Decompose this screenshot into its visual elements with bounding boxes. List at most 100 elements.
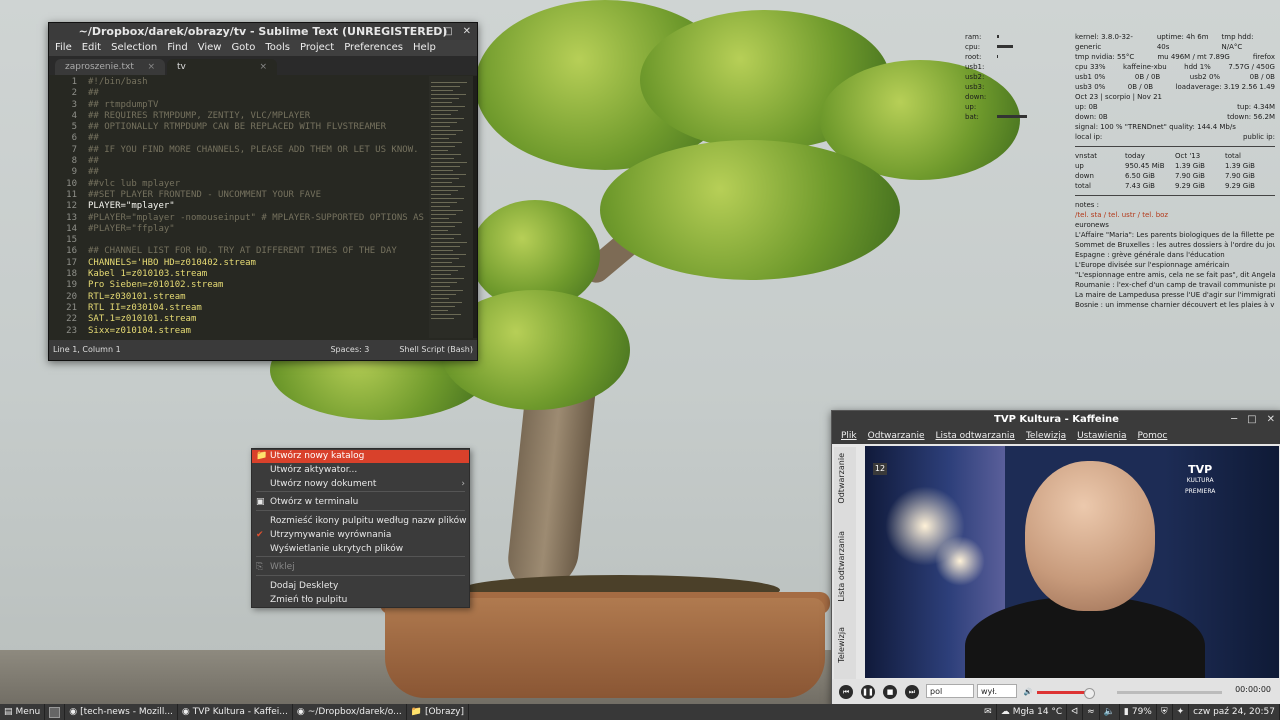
context-menu-item[interactable]: Rozmieść ikony pulpitu według nazw plikó…	[252, 515, 469, 528]
code-text[interactable]: #!/bin/bash ## ## rtmpdumpTV ## REQUIRES RT…	[83, 76, 429, 338]
code-line[interactable]: ## OPTIONALLY RTMPDUMP CAN BE REPLACED W…	[88, 122, 429, 133]
menu-pomoc[interactable]: Pomoc	[1138, 428, 1168, 444]
code-line[interactable]: #PLAYER="ffplay"	[88, 224, 429, 235]
code-line[interactable]: #PLAYER="mplayer -nomouseinput" # MPLAYE…	[88, 213, 429, 224]
editor-area[interactable]: 1 2 3 4 5 6 7 8 9 10 11 12 13 14 15 16 17 18 19 20 21 22 23 #!…	[49, 76, 477, 338]
volume-icon[interactable]: 🔈	[1100, 704, 1120, 720]
menu-file[interactable]: File	[55, 40, 72, 56]
close-icon[interactable]: ✕	[463, 23, 471, 40]
seek-slider[interactable]	[1117, 691, 1222, 694]
vertical-scrollbar[interactable]	[473, 76, 477, 338]
context-menu-item[interactable]: Wyświetlanie ukrytych plików	[252, 543, 469, 556]
conky-meter: down:	[965, 92, 1065, 102]
tab-tv[interactable]: tv ×	[167, 59, 277, 75]
tab-telewizja[interactable]: Telewizja	[837, 627, 846, 663]
menu-ustawienia[interactable]: Ustawienia	[1077, 428, 1126, 444]
menu-lista-odtwarzania[interactable]: Lista odtwarzania	[936, 428, 1015, 444]
code-line[interactable]: ## IF YOU FIND MORE CHANNELS, PLEASE ADD…	[88, 145, 429, 156]
menu-view[interactable]: View	[198, 40, 222, 56]
close-icon[interactable]: ✕	[1267, 411, 1275, 428]
taskbar-item-kaffeine[interactable]: ◉ TVP Kultura - Kaffei...	[178, 704, 293, 720]
audio-language-select[interactable]: pol	[926, 684, 974, 698]
code-line[interactable]: ## rtmpdumpTV	[88, 100, 429, 111]
volume-icon[interactable]: 🔊	[1021, 685, 1035, 699]
taskbar-item-sublime[interactable]: ◉ ~/Dropbox/darek/o...	[293, 704, 407, 720]
indentation-setting[interactable]: Spaces: 3	[330, 340, 369, 360]
taskbar-item-obrazy[interactable]: 📁 [Obrazy]	[407, 704, 470, 720]
code-line[interactable]: RTL=z030101.stream	[88, 292, 429, 303]
menu-telewizja[interactable]: Telewizja	[1026, 428, 1066, 444]
volume-slider[interactable]	[1037, 691, 1087, 694]
stop-icon[interactable]: ■	[883, 685, 897, 699]
notifications-icon[interactable]: ✉	[980, 704, 997, 720]
context-menu-item[interactable]: Utwórz nowy dokument ›	[252, 478, 469, 491]
maximize-icon[interactable]: □	[1247, 411, 1256, 428]
code-line[interactable]: ##vlc lub mplayer	[88, 179, 429, 190]
menu-tools[interactable]: Tools	[265, 40, 290, 56]
context-menu-item[interactable]: ▣ Otwórz w terminalu	[252, 496, 469, 509]
clock[interactable]: czw paź 24, 20:57	[1189, 704, 1280, 720]
minimize-icon[interactable]: ─	[427, 23, 433, 40]
context-menu-item[interactable]: ✔ Utrzymywanie wyrównania	[252, 529, 469, 542]
code-line[interactable]: ## CHANNEL LIST FOR HD. TRY AT DIFFERENT…	[88, 246, 429, 257]
kaffeine-window[interactable]: TVP Kultura - Kaffeine ─ □ ✕ Plik Odtwar…	[831, 410, 1280, 706]
menu-odtwarzanie[interactable]: Odtwarzanie	[868, 428, 925, 444]
weather-applet[interactable]: ☁ Mgła 14 °C	[997, 704, 1068, 720]
code-line[interactable]: CHANNELS='HBO HD=z010402.stream	[88, 258, 429, 269]
sublime-window[interactable]: ~/Dropbox/darek/obrazy/tv - Sublime Text…	[48, 22, 478, 361]
context-menu-item[interactable]: Utwórz aktywator...	[252, 464, 469, 477]
menu-plik[interactable]: Plik	[841, 428, 857, 444]
code-line[interactable]: ##	[88, 133, 429, 144]
context-menu-item[interactable]: Dodaj Desklety	[252, 580, 469, 593]
battery-applet[interactable]: ▮ 79%	[1120, 704, 1157, 720]
menu-find[interactable]: Find	[167, 40, 188, 56]
tray-app-icon[interactable]: ✦	[1173, 704, 1190, 720]
close-tab-icon[interactable]: ×	[259, 59, 267, 75]
code-line[interactable]: ## REQUIRES RTMPDUMP, ZENTIY, VLC/MPLAYE…	[88, 111, 429, 122]
code-line[interactable]: Kabel 1=z010103.stream	[88, 269, 429, 280]
window-titlebar[interactable]: TVP Kultura - Kaffeine ─ □ ✕	[832, 411, 1280, 428]
menu-help[interactable]: Help	[413, 40, 436, 56]
pause-icon[interactable]: ❚❚	[861, 685, 875, 699]
minimap-line	[431, 290, 463, 291]
code-line[interactable]: Sixx=z010104.stream	[88, 326, 429, 337]
code-line[interactable]: RTL II=z030104.stream	[88, 303, 429, 314]
maximize-icon[interactable]: □	[443, 23, 452, 40]
code-line[interactable]: #!/bin/bash	[88, 77, 429, 88]
close-tab-icon[interactable]: ×	[147, 59, 155, 75]
code-line[interactable]: SAT.1=z010101.stream	[88, 314, 429, 325]
volume-slider-handle[interactable]	[1084, 688, 1095, 699]
network-icon[interactable]: ≈	[1083, 704, 1100, 720]
taskbar-item-firefox[interactable]: ◉ [tech-news - Mozill...	[65, 704, 178, 720]
window-titlebar[interactable]: ~/Dropbox/darek/obrazy/tv - Sublime Text…	[49, 23, 477, 40]
code-line[interactable]: ##	[88, 156, 429, 167]
menu-goto[interactable]: Goto	[231, 40, 255, 56]
context-menu-item[interactable]: Zmień tło pulpitu	[252, 594, 469, 607]
tab-zaproszenie[interactable]: zaproszenie.txt ×	[55, 59, 165, 75]
tab-odtwarzanie[interactable]: Odtwarzanie	[837, 453, 846, 504]
menu-project[interactable]: Project	[300, 40, 334, 56]
code-line[interactable]: ##	[88, 88, 429, 99]
subtitle-select[interactable]: wył.	[977, 684, 1017, 698]
menu-selection[interactable]: Selection	[111, 40, 157, 56]
context-menu-item[interactable]: 📁 Utwórz nowy katalog	[252, 450, 469, 463]
code-line[interactable]: ##SET PLAYER FRONTEND - UNCOMMENT YOUR F…	[88, 190, 429, 201]
code-line[interactable]: ##	[88, 167, 429, 178]
code-line[interactable]: PLAYER="mplayer"	[88, 201, 429, 212]
previous-icon[interactable]: ⏮	[839, 685, 853, 699]
start-menu-button[interactable]: ▤ Menu	[0, 704, 46, 720]
code-line[interactable]: Pro Sieben=z010102.stream	[88, 280, 429, 291]
tab-lista-odtwarzania[interactable]: Lista odtwarzania	[837, 531, 846, 602]
menu-preferences[interactable]: Preferences	[344, 40, 403, 56]
minimize-icon[interactable]: ─	[1231, 411, 1237, 428]
video-area[interactable]: 12 TVP KULTURA PREMIERA	[865, 446, 1279, 678]
shield-icon[interactable]: ⛨	[1157, 704, 1173, 720]
next-icon[interactable]: ⏭	[905, 685, 919, 699]
conky-meter: ram:	[965, 32, 1065, 42]
bluetooth-icon[interactable]: ᐊ	[1067, 704, 1084, 720]
show-desktop-button[interactable]	[45, 704, 66, 720]
code-line[interactable]	[88, 235, 429, 246]
syntax-setting[interactable]: Shell Script (Bash)	[399, 340, 473, 360]
minimap[interactable]	[429, 76, 473, 338]
menu-edit[interactable]: Edit	[82, 40, 101, 56]
